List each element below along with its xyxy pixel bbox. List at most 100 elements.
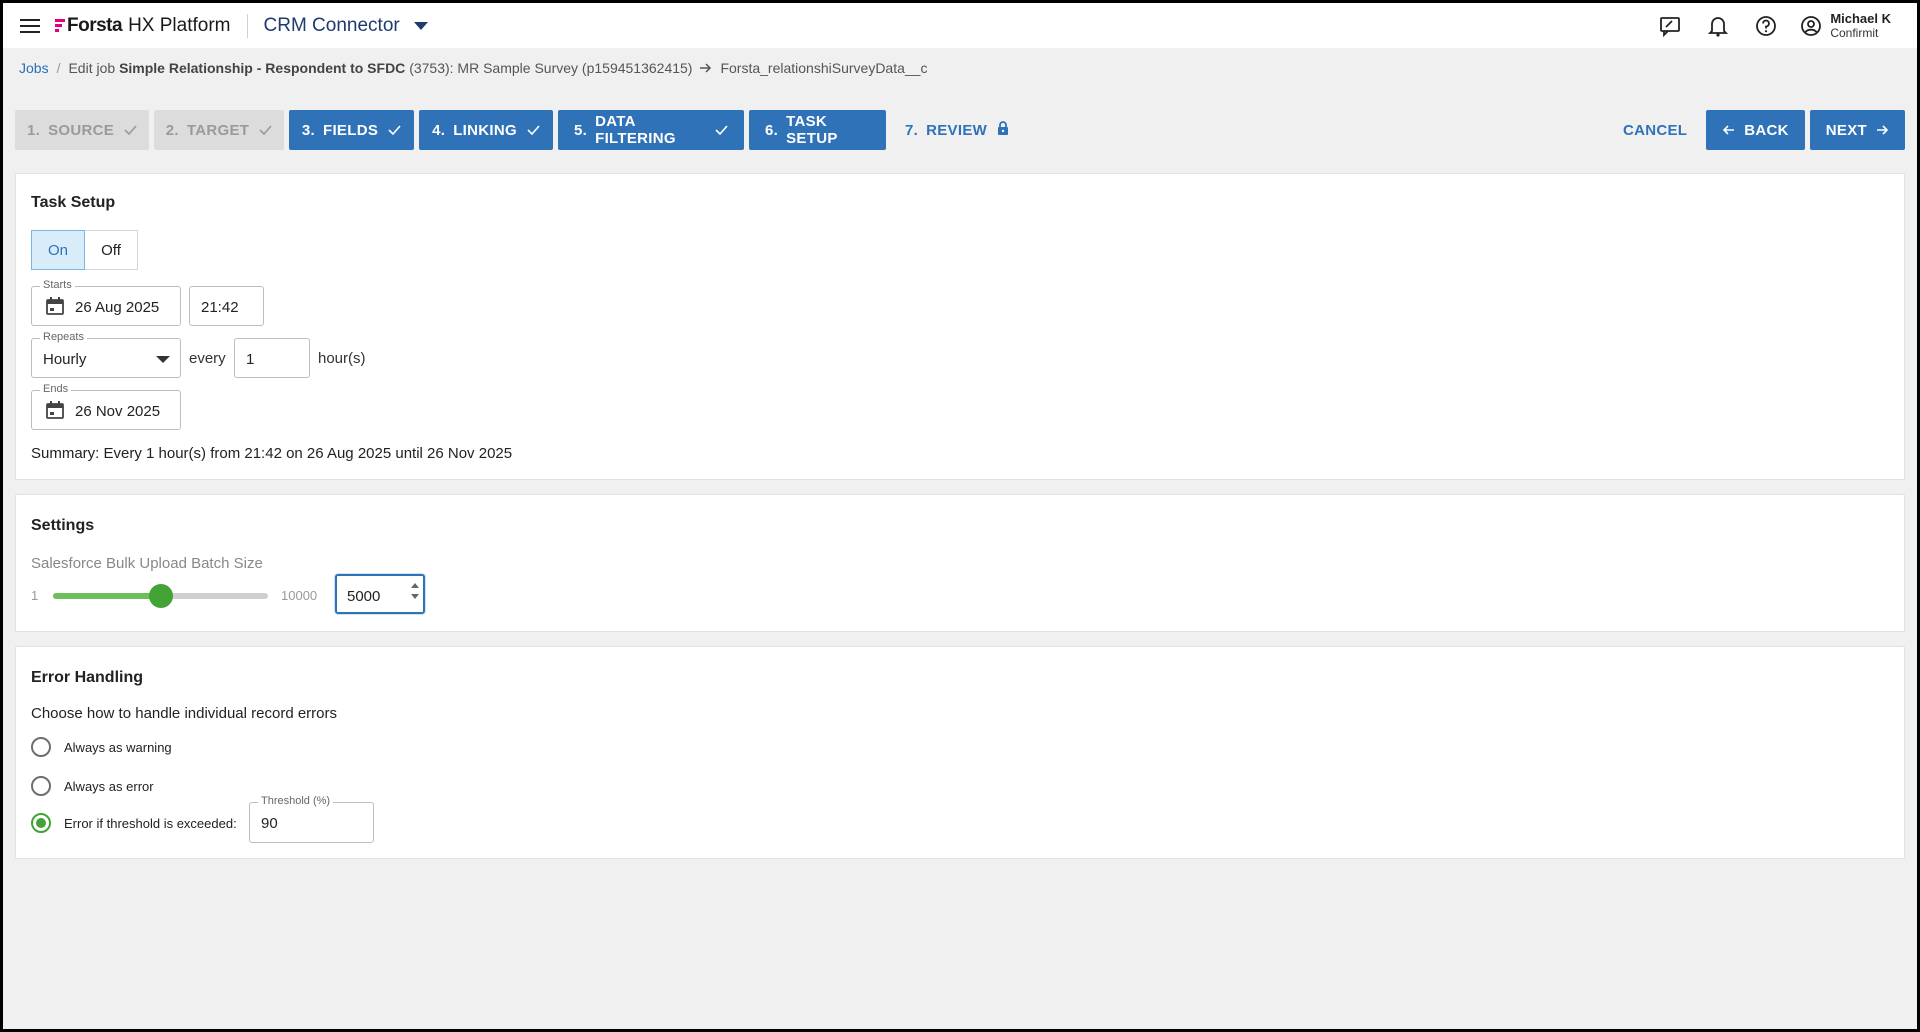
chevron-down-icon bbox=[413, 21, 428, 30]
step-data-filtering[interactable]: 5. DATA FILTERING bbox=[558, 110, 744, 150]
threshold-value: 90 bbox=[261, 815, 278, 832]
user-menu[interactable]: Michael K Confirmit bbox=[1800, 11, 1891, 41]
breadcrumb: Jobs / Edit job Simple Relationship - Re… bbox=[19, 60, 927, 76]
arrow-right-icon bbox=[1877, 122, 1889, 139]
next-button-label: NEXT bbox=[1825, 121, 1867, 139]
error-handling-subtitle: Choose how to handle individual record e… bbox=[31, 705, 338, 722]
step-fields[interactable]: 3. FIELDS bbox=[289, 110, 414, 150]
every-interval-value: 1 bbox=[246, 351, 255, 368]
radio-label: Error if threshold is exceeded: bbox=[64, 815, 237, 831]
schedule-toggle: On Off bbox=[31, 230, 138, 270]
step-source[interactable]: 1. SOURCE bbox=[15, 110, 149, 150]
radio-always-error[interactable]: Always as error bbox=[31, 776, 154, 796]
schedule-summary: Summary: Every 1 hour(s) from 21:42 on 2… bbox=[31, 445, 513, 462]
check-icon bbox=[388, 122, 401, 139]
repeats-select[interactable]: Repeats Hourly bbox=[31, 331, 181, 378]
toggle-on-button[interactable]: On bbox=[31, 230, 85, 270]
step-label: FIELDS bbox=[323, 121, 379, 139]
menu-icon[interactable] bbox=[20, 18, 40, 33]
threshold-label: Threshold (%) bbox=[258, 795, 334, 807]
radio-circle[interactable] bbox=[31, 813, 51, 833]
step-number: 1. bbox=[26, 121, 41, 139]
wizard-navigation: CANCEL BACK NEXT bbox=[1609, 110, 1905, 150]
settings-title: Settings bbox=[31, 517, 95, 534]
error-handling-title: Error Handling bbox=[31, 669, 144, 686]
feedback-icon[interactable] bbox=[1658, 14, 1682, 38]
step-review[interactable]: 7. REVIEW bbox=[891, 110, 1023, 150]
slider-thumb[interactable] bbox=[148, 584, 173, 608]
step-number: 3. bbox=[301, 121, 315, 139]
every-interval-input[interactable]: 1 bbox=[234, 338, 310, 378]
bell-icon[interactable] bbox=[1706, 14, 1730, 38]
help-icon[interactable] bbox=[1754, 14, 1778, 38]
end-date-value: 26 Nov 2025 bbox=[75, 403, 161, 420]
platform-logo[interactable]: Forsta HX Platform bbox=[55, 15, 231, 37]
app-name: CRM Connector bbox=[263, 14, 400, 36]
start-date-label: Starts bbox=[40, 279, 75, 291]
step-label: LINKING bbox=[453, 121, 517, 139]
radio-circle[interactable] bbox=[31, 776, 51, 796]
end-date-field[interactable]: Ends 26 Nov 2025 bbox=[31, 383, 181, 430]
batch-size-label: Salesforce Bulk Upload Batch Size bbox=[31, 555, 263, 572]
step-label: REVIEW bbox=[926, 121, 988, 139]
step-number: 7. bbox=[905, 121, 919, 139]
every-label: every bbox=[189, 350, 226, 367]
breadcrumb-job-name: Simple Relationship - Respondent to SFDC bbox=[119, 60, 406, 76]
calendar-icon[interactable] bbox=[46, 297, 64, 320]
step-label: SOURCE bbox=[48, 121, 115, 139]
platform-name: HX Platform bbox=[128, 14, 231, 36]
breadcrumb-edit-prefix: Edit job bbox=[68, 60, 116, 76]
slider-fill bbox=[53, 593, 161, 599]
start-date-value: 26 Aug 2025 bbox=[75, 299, 160, 316]
forsta-logo-icon bbox=[55, 18, 65, 33]
app-switcher[interactable]: CRM Connector bbox=[264, 15, 428, 37]
arrow-left-icon bbox=[1722, 122, 1735, 139]
start-date-field[interactable]: Starts 26 Aug 2025 bbox=[31, 279, 181, 326]
user-org: Confirmit bbox=[1830, 25, 1879, 40]
start-time-field[interactable]: 21:42 bbox=[189, 286, 264, 326]
start-time-value: 21:42 bbox=[201, 299, 239, 316]
step-label: TARGET bbox=[186, 121, 250, 139]
radio-label: Always as warning bbox=[64, 739, 172, 755]
breadcrumb-job-detail: (3753): MR Sample Survey (p159451362415) bbox=[409, 60, 693, 76]
radio-circle[interactable] bbox=[31, 737, 51, 757]
step-label: TASK SETUP bbox=[786, 113, 838, 147]
calendar-icon[interactable] bbox=[46, 401, 64, 424]
header-divider bbox=[246, 13, 248, 38]
brand-name: Forsta bbox=[67, 14, 123, 36]
radio-threshold[interactable]: Error if threshold is exceeded: bbox=[31, 813, 237, 833]
step-linking[interactable]: 4. LINKING bbox=[419, 110, 553, 150]
batch-size-value: 5000 bbox=[347, 588, 381, 605]
step-task-setup[interactable]: 6. TASK SETUP bbox=[749, 110, 886, 150]
wizard-steps: 1. SOURCE 2. TARGET 3. FIELDS 4. LINKING… bbox=[15, 110, 1028, 150]
batch-size-slider[interactable] bbox=[53, 584, 268, 608]
step-label: DATA FILTERING bbox=[595, 113, 676, 147]
batch-size-input[interactable]: 5000 bbox=[335, 574, 425, 614]
account-icon bbox=[1801, 15, 1822, 36]
cancel-button[interactable]: CANCEL bbox=[1609, 122, 1701, 139]
repeats-label: Repeats bbox=[40, 331, 87, 343]
lock-icon bbox=[997, 121, 1009, 139]
back-button[interactable]: BACK bbox=[1706, 110, 1805, 150]
step-number: 5. bbox=[574, 121, 588, 139]
threshold-input[interactable]: Threshold (%) 90 bbox=[249, 795, 374, 843]
next-button[interactable]: NEXT bbox=[1809, 110, 1905, 150]
radio-label: Always as error bbox=[64, 778, 154, 794]
breadcrumb-jobs-link[interactable]: Jobs bbox=[19, 60, 49, 76]
check-icon bbox=[124, 122, 137, 139]
radio-always-warning[interactable]: Always as warning bbox=[31, 737, 172, 757]
task-setup-card: Task Setup On Off Starts 26 Aug 2025 21:… bbox=[15, 173, 1905, 480]
step-number: 4. bbox=[432, 121, 446, 139]
end-date-label: Ends bbox=[40, 383, 72, 395]
step-target[interactable]: 2. TARGET bbox=[154, 110, 284, 150]
slider-min-label: 1 bbox=[31, 588, 39, 603]
back-button-label: BACK bbox=[1744, 121, 1789, 139]
check-icon bbox=[715, 122, 728, 139]
slider-max-label: 10000 bbox=[281, 588, 318, 603]
breadcrumb-target: Forsta_relationshiSurveyData__c bbox=[720, 60, 928, 76]
task-setup-title: Task Setup bbox=[31, 194, 116, 211]
arrow-right-icon bbox=[700, 60, 712, 76]
error-handling-card: Error Handling Choose how to handle indi… bbox=[15, 646, 1905, 859]
toggle-off-button[interactable]: Off bbox=[85, 231, 137, 269]
number-spinner-icon[interactable] bbox=[411, 583, 419, 599]
